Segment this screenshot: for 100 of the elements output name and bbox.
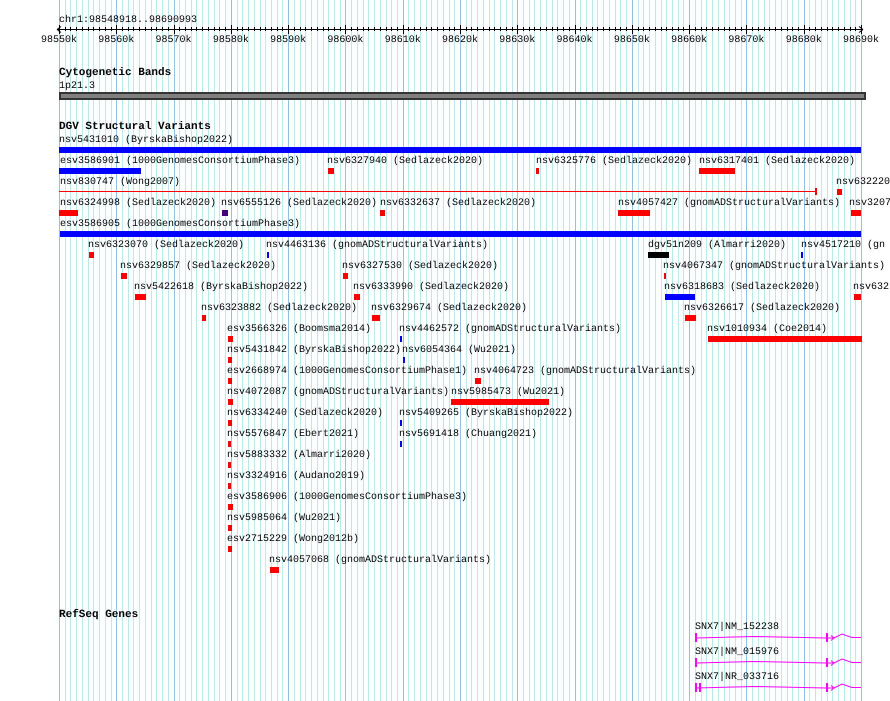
variant-bar[interactable] — [380, 210, 385, 216]
variant-bar[interactable] — [451, 399, 549, 405]
variant-label: nsv5985473 (Wu2021) — [451, 387, 566, 398]
variant-bar[interactable] — [121, 273, 127, 279]
gene-drawing[interactable] — [694, 657, 862, 667]
variant-span[interactable] — [59, 188, 817, 195]
variant-label: nsv632 — [853, 282, 890, 293]
tick-label: 98640k — [556, 35, 593, 46]
variant-label: nsv6327940 (Sedlazeck2020) — [327, 156, 484, 167]
variant-bar[interactable] — [202, 315, 206, 321]
variant-bar[interactable] — [59, 147, 861, 153]
variant-label: esv2668974 (1000GenomesConsortiumPhase1) — [227, 366, 468, 377]
variant-label: nsv6329674 (Sedlazeck2020) — [371, 303, 528, 314]
variant-bar[interactable] — [618, 210, 650, 216]
track-title: RefSeq Genes — [59, 609, 138, 621]
variant-bar[interactable] — [372, 315, 380, 321]
track-title: DGV Structural Variants — [59, 121, 211, 133]
variant-label: nsv6327530 (Sedlazeck2020) — [342, 261, 498, 272]
band-label: 1p21.3 — [59, 81, 96, 92]
gene-drawing[interactable] — [694, 682, 862, 692]
variant-bar[interactable] — [648, 252, 669, 258]
variant-bar[interactable] — [854, 294, 861, 300]
variant-label: nsv5431010 (ByrskaBishop2022) — [59, 135, 234, 146]
variant-label: nsv5409265 (ByrskaBishop2022) — [399, 408, 574, 419]
variant-label: nsv6329857 (Sedlazeck2020) — [120, 261, 276, 272]
variant-bar[interactable] — [851, 210, 861, 216]
variant-label: nsv830747 (Wong2007) — [60, 177, 180, 188]
variant-bar[interactable] — [475, 378, 481, 384]
tick-label: 98550k — [41, 35, 77, 46]
gene-label: SNX7|NM_015976 — [695, 647, 780, 658]
variant-bar[interactable] — [328, 168, 334, 174]
location-label: chr1:98548918..98690993 — [59, 15, 198, 26]
variant-bar[interactable] — [665, 294, 695, 300]
variant-label: esv3586901 (1000GenomesConsortiumPhase3) — [60, 156, 300, 167]
tick-label: 98630k — [499, 35, 536, 46]
variant-bar[interactable] — [228, 483, 231, 489]
variant-bar[interactable] — [228, 378, 232, 384]
variant-label: nsv4057068 (gnomADStructuralVariants) — [269, 555, 492, 566]
variant-bar[interactable] — [354, 294, 360, 300]
variant-label: nsv6333990 (Sedlazeck2020) — [353, 282, 510, 293]
variant-label: nsv5985064 (Wu2021) — [227, 513, 342, 524]
variant-label: nsv6318683 (Sedlazeck2020) — [664, 282, 820, 293]
gene-drawing[interactable] — [694, 632, 862, 642]
variant-bar[interactable] — [60, 231, 861, 237]
tick-label: 98610k — [384, 35, 421, 46]
tick-label: 98690k — [843, 35, 879, 46]
variant-bar[interactable] — [343, 273, 348, 279]
variant-label: nsv4463136 (gnomADStructuralVariants) — [266, 240, 488, 251]
variant-label: nsv4067347 (gnomADStructuralVariants) — [663, 261, 886, 272]
variant-bar[interactable] — [135, 294, 146, 300]
variant-bar[interactable] — [228, 462, 231, 468]
variant-label: nsv6555126 (Sedlazeck2020) — [221, 198, 378, 209]
variant-bar[interactable] — [228, 420, 232, 426]
variant-label: dgv51n209 (Almarri2020) — [648, 240, 786, 251]
variant-bar[interactable] — [270, 567, 279, 573]
variant-label: nsv6323070 (Sedlazeck2020) — [88, 240, 244, 251]
variant-bar[interactable] — [228, 441, 231, 447]
variant-bar[interactable] — [228, 546, 232, 552]
tick-label: 98570k — [156, 35, 192, 46]
tick-label: 98650k — [614, 35, 650, 46]
track-title: Cytogenetic Bands — [59, 67, 172, 79]
tick-label: 98580k — [212, 35, 249, 46]
variant-bar[interactable] — [837, 189, 842, 195]
variant-label: nsv5576847 (Ebert2021) — [227, 429, 360, 440]
variant-bar[interactable] — [708, 336, 862, 342]
variant-bar[interactable] — [59, 168, 141, 174]
variant-label: nsv6054364 (Wu2021) — [402, 345, 516, 356]
variant-label: nsv4057427 (gnomADStructuralVariants) — [618, 198, 840, 209]
variant-bar[interactable] — [228, 504, 233, 510]
variant-label: nsv4517210 (gn — [801, 240, 886, 251]
variant-label: esv3566326 (Boomsma2014) — [227, 324, 372, 335]
tick-label: 98590k — [270, 35, 306, 46]
variant-bar[interactable] — [699, 168, 735, 174]
variant-label: esv3586906 (1000GenomesConsortiumPhase3) — [227, 492, 468, 503]
variant-label: nsv5691418 (Chuang2021) — [399, 429, 538, 440]
variant-bar[interactable] — [228, 336, 233, 342]
gene-label: SNX7|NR_033716 — [695, 672, 780, 683]
variant-label: nsv6317401 (Sedlazeck2020) — [699, 156, 856, 167]
variant-label: nsv6332637 (Sedlazeck2020) — [380, 198, 536, 209]
tick-label: 98560k — [98, 35, 134, 46]
variant-bar[interactable] — [59, 210, 78, 216]
variant-bar[interactable] — [685, 315, 696, 321]
variant-label: nsv6325776 (Sedlazeck2020) — [536, 156, 692, 167]
tick-label: 98660k — [671, 35, 708, 46]
variant-label: nsv5422618 (ByrskaBishop2022) — [134, 282, 308, 293]
variant-bar[interactable] — [89, 252, 94, 258]
variant-bar[interactable] — [536, 168, 539, 174]
variant-label: nsv1010934 (Coe2014) — [707, 324, 828, 335]
cytoband-bar[interactable] — [59, 92, 866, 100]
variant-label: nsv4072087 (gnomADStructuralVariants) — [227, 387, 450, 398]
variant-label: nsv4064723 (gnomADStructuralVariants) — [474, 366, 696, 377]
variant-bar[interactable] — [222, 210, 228, 216]
variant-bar[interactable] — [228, 399, 233, 405]
tick-label: 98620k — [442, 35, 478, 46]
tick-label: 98600k — [327, 35, 364, 46]
variant-label: nsv3207 — [849, 198, 890, 209]
variant-bar[interactable] — [228, 525, 232, 531]
variant-bar[interactable] — [228, 357, 232, 363]
variant-label: nsv6326617 (Sedlazeck2020) — [684, 303, 840, 314]
variant-label: nsv632220 — [836, 177, 890, 188]
